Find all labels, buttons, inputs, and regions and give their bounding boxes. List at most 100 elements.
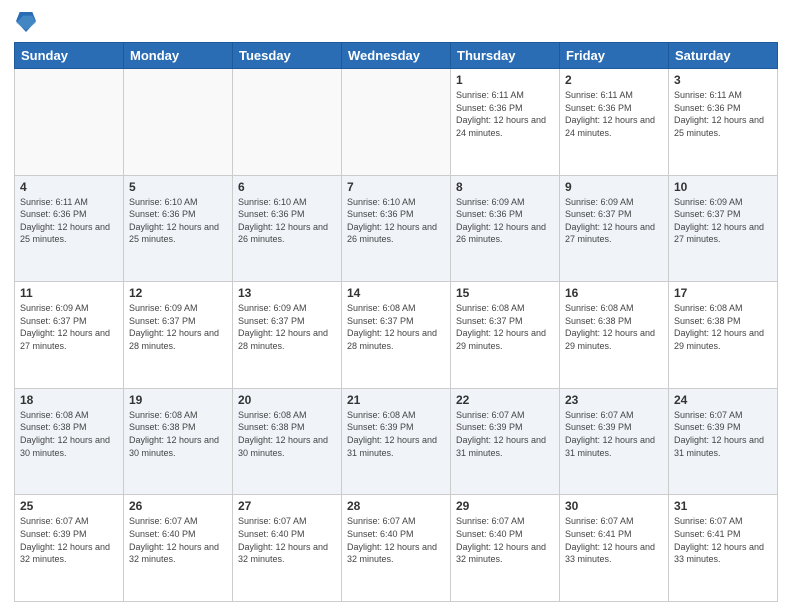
- day-number: 27: [238, 499, 336, 513]
- calendar-day-cell: 6 Sunrise: 6:10 AM Sunset: 6:36 PM Daylig…: [233, 175, 342, 282]
- calendar-day-header: Friday: [560, 43, 669, 69]
- day-number: 23: [565, 393, 663, 407]
- day-info: Sunrise: 6:08 AM Sunset: 6:38 PM Dayligh…: [129, 409, 227, 459]
- day-info: Sunrise: 6:08 AM Sunset: 6:38 PM Dayligh…: [674, 302, 772, 352]
- day-info: Sunrise: 6:07 AM Sunset: 6:40 PM Dayligh…: [456, 515, 554, 565]
- day-info: Sunrise: 6:09 AM Sunset: 6:37 PM Dayligh…: [565, 196, 663, 246]
- day-info: Sunrise: 6:09 AM Sunset: 6:37 PM Dayligh…: [20, 302, 118, 352]
- day-number: 9: [565, 180, 663, 194]
- day-info: Sunrise: 6:07 AM Sunset: 6:39 PM Dayligh…: [565, 409, 663, 459]
- calendar-day-header: Tuesday: [233, 43, 342, 69]
- day-info: Sunrise: 6:09 AM Sunset: 6:37 PM Dayligh…: [238, 302, 336, 352]
- day-info: Sunrise: 6:11 AM Sunset: 6:36 PM Dayligh…: [20, 196, 118, 246]
- calendar-day-cell: 12 Sunrise: 6:09 AM Sunset: 6:37 PM Dayli…: [124, 282, 233, 389]
- calendar-day-cell: 10 Sunrise: 6:09 AM Sunset: 6:37 PM Dayli…: [669, 175, 778, 282]
- day-info: Sunrise: 6:08 AM Sunset: 6:37 PM Dayligh…: [456, 302, 554, 352]
- calendar-day-cell: 26 Sunrise: 6:07 AM Sunset: 6:40 PM Dayli…: [124, 495, 233, 602]
- calendar-day-cell: 19 Sunrise: 6:08 AM Sunset: 6:38 PM Dayli…: [124, 388, 233, 495]
- calendar-day-cell: [124, 69, 233, 176]
- calendar-day-cell: 29Sunrise: 6:07 AM Sunset: 6:40 PM Dayli…: [451, 495, 560, 602]
- logo-text: [14, 10, 42, 34]
- calendar-day-cell: 17 Sunrise: 6:08 AM Sunset: 6:38 PM Dayli…: [669, 282, 778, 389]
- calendar-table: SundayMondayTuesdayWednesdayThursdayFrid…: [14, 42, 778, 602]
- day-number: 24: [674, 393, 772, 407]
- calendar-day-cell: 11 Sunrise: 6:09 AM Sunset: 6:37 PM Dayli…: [15, 282, 124, 389]
- calendar-day-cell: 2Sunrise: 6:11 AM Sunset: 6:36 PM Daylig…: [560, 69, 669, 176]
- calendar-day-cell: 9 Sunrise: 6:09 AM Sunset: 6:37 PM Daylig…: [560, 175, 669, 282]
- day-number: 7: [347, 180, 445, 194]
- day-number: 31: [674, 499, 772, 513]
- day-number: 22: [456, 393, 554, 407]
- calendar-day-cell: 27 Sunrise: 6:07 AM Sunset: 6:40 PM Dayli…: [233, 495, 342, 602]
- header: [14, 10, 778, 34]
- calendar-day-cell: 1Sunrise: 6:11 AM Sunset: 6:36 PM Daylig…: [451, 69, 560, 176]
- day-info: Sunrise: 6:10 AM Sunset: 6:36 PM Dayligh…: [129, 196, 227, 246]
- day-number: 6: [238, 180, 336, 194]
- calendar-day-cell: 20Sunrise: 6:08 AM Sunset: 6:38 PM Dayli…: [233, 388, 342, 495]
- calendar-day-header: Thursday: [451, 43, 560, 69]
- day-info: Sunrise: 6:07 AM Sunset: 6:40 PM Dayligh…: [347, 515, 445, 565]
- calendar-day-cell: 15 Sunrise: 6:08 AM Sunset: 6:37 PM Dayli…: [451, 282, 560, 389]
- day-info: Sunrise: 6:10 AM Sunset: 6:36 PM Dayligh…: [347, 196, 445, 246]
- calendar-day-cell: 8Sunrise: 6:09 AM Sunset: 6:36 PM Daylig…: [451, 175, 560, 282]
- calendar-day-cell: 31 Sunrise: 6:07 AM Sunset: 6:41 PM Dayli…: [669, 495, 778, 602]
- calendar-day-cell: 16Sunrise: 6:08 AM Sunset: 6:38 PM Dayli…: [560, 282, 669, 389]
- day-info: Sunrise: 6:08 AM Sunset: 6:38 PM Dayligh…: [238, 409, 336, 459]
- day-number: 30: [565, 499, 663, 513]
- day-info: Sunrise: 6:09 AM Sunset: 6:37 PM Dayligh…: [129, 302, 227, 352]
- day-number: 18: [20, 393, 118, 407]
- calendar-day-header: Saturday: [669, 43, 778, 69]
- day-info: Sunrise: 6:07 AM Sunset: 6:40 PM Dayligh…: [129, 515, 227, 565]
- calendar-week-row: 11 Sunrise: 6:09 AM Sunset: 6:37 PM Dayli…: [15, 282, 778, 389]
- day-info: Sunrise: 6:09 AM Sunset: 6:37 PM Dayligh…: [674, 196, 772, 246]
- calendar-day-cell: 14 Sunrise: 6:08 AM Sunset: 6:37 PM Dayli…: [342, 282, 451, 389]
- calendar-day-cell: [233, 69, 342, 176]
- day-number: 5: [129, 180, 227, 194]
- calendar-week-row: 25 Sunrise: 6:07 AM Sunset: 6:39 PM Dayli…: [15, 495, 778, 602]
- day-info: Sunrise: 6:11 AM Sunset: 6:36 PM Dayligh…: [674, 89, 772, 139]
- day-info: Sunrise: 6:07 AM Sunset: 6:40 PM Dayligh…: [238, 515, 336, 565]
- day-number: 14: [347, 286, 445, 300]
- day-info: Sunrise: 6:07 AM Sunset: 6:41 PM Dayligh…: [674, 515, 772, 565]
- day-number: 25: [20, 499, 118, 513]
- day-number: 15: [456, 286, 554, 300]
- calendar-day-cell: 18 Sunrise: 6:08 AM Sunset: 6:38 PM Dayli…: [15, 388, 124, 495]
- day-number: 19: [129, 393, 227, 407]
- day-info: Sunrise: 6:08 AM Sunset: 6:39 PM Dayligh…: [347, 409, 445, 459]
- day-info: Sunrise: 6:07 AM Sunset: 6:39 PM Dayligh…: [674, 409, 772, 459]
- day-number: 13: [238, 286, 336, 300]
- day-info: Sunrise: 6:11 AM Sunset: 6:36 PM Dayligh…: [565, 89, 663, 139]
- logo: [14, 10, 42, 34]
- day-number: 4: [20, 180, 118, 194]
- calendar-day-header: Wednesday: [342, 43, 451, 69]
- day-number: 21: [347, 393, 445, 407]
- calendar-day-cell: 22 Sunrise: 6:07 AM Sunset: 6:39 PM Dayli…: [451, 388, 560, 495]
- calendar-day-cell: 21 Sunrise: 6:08 AM Sunset: 6:39 PM Dayli…: [342, 388, 451, 495]
- day-info: Sunrise: 6:08 AM Sunset: 6:38 PM Dayligh…: [20, 409, 118, 459]
- calendar-week-row: 1Sunrise: 6:11 AM Sunset: 6:36 PM Daylig…: [15, 69, 778, 176]
- day-number: 26: [129, 499, 227, 513]
- calendar-day-cell: 23 Sunrise: 6:07 AM Sunset: 6:39 PM Dayli…: [560, 388, 669, 495]
- day-number: 17: [674, 286, 772, 300]
- calendar-day-cell: 3Sunrise: 6:11 AM Sunset: 6:36 PM Daylig…: [669, 69, 778, 176]
- day-info: Sunrise: 6:07 AM Sunset: 6:39 PM Dayligh…: [456, 409, 554, 459]
- calendar-week-row: 4 Sunrise: 6:11 AM Sunset: 6:36 PM Daylig…: [15, 175, 778, 282]
- calendar-day-cell: 28Sunrise: 6:07 AM Sunset: 6:40 PM Dayli…: [342, 495, 451, 602]
- calendar-day-cell: 4 Sunrise: 6:11 AM Sunset: 6:36 PM Daylig…: [15, 175, 124, 282]
- day-number: 11: [20, 286, 118, 300]
- day-info: Sunrise: 6:07 AM Sunset: 6:39 PM Dayligh…: [20, 515, 118, 565]
- day-info: Sunrise: 6:11 AM Sunset: 6:36 PM Dayligh…: [456, 89, 554, 139]
- calendar-day-cell: 13 Sunrise: 6:09 AM Sunset: 6:37 PM Dayli…: [233, 282, 342, 389]
- day-number: 16: [565, 286, 663, 300]
- calendar-day-header: Monday: [124, 43, 233, 69]
- day-number: 10: [674, 180, 772, 194]
- day-number: 8: [456, 180, 554, 194]
- day-number: 12: [129, 286, 227, 300]
- day-info: Sunrise: 6:10 AM Sunset: 6:36 PM Dayligh…: [238, 196, 336, 246]
- calendar-day-cell: [15, 69, 124, 176]
- calendar-day-cell: 24 Sunrise: 6:07 AM Sunset: 6:39 PM Dayli…: [669, 388, 778, 495]
- calendar-day-cell: 7 Sunrise: 6:10 AM Sunset: 6:36 PM Daylig…: [342, 175, 451, 282]
- day-info: Sunrise: 6:08 AM Sunset: 6:37 PM Dayligh…: [347, 302, 445, 352]
- calendar-header-row: SundayMondayTuesdayWednesdayThursdayFrid…: [15, 43, 778, 69]
- calendar-week-row: 18 Sunrise: 6:08 AM Sunset: 6:38 PM Dayli…: [15, 388, 778, 495]
